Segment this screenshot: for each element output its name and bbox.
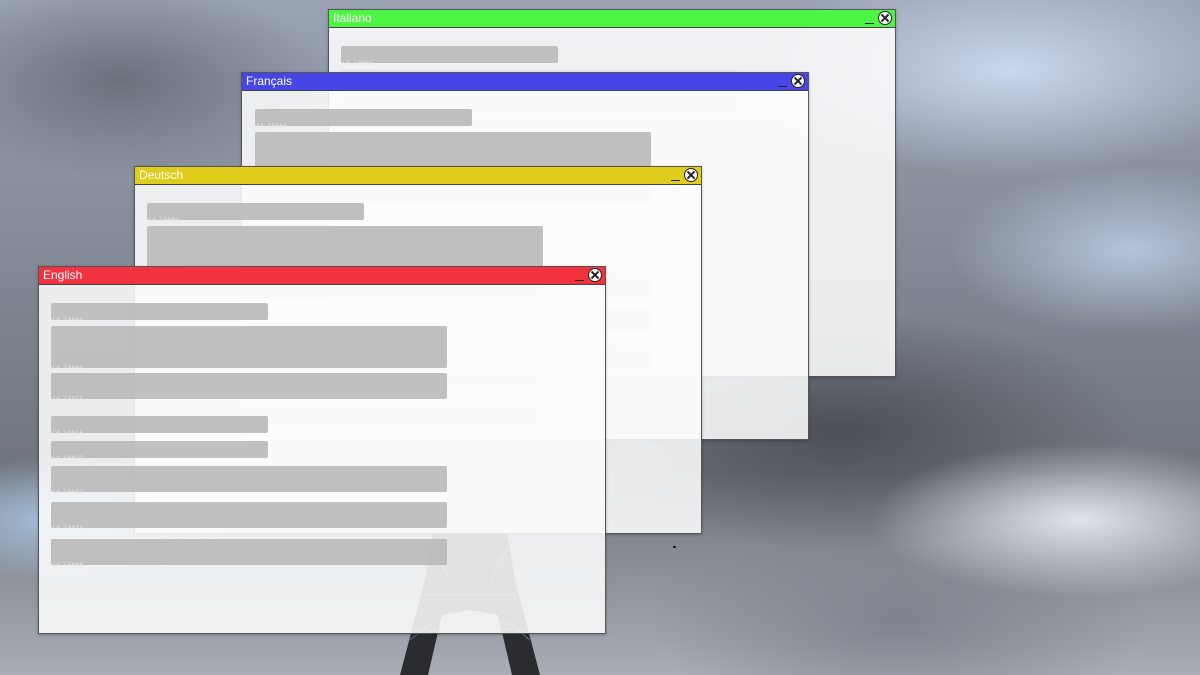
field-id-label: id_10088 <box>52 562 84 569</box>
field-id-label: id_10016 <box>52 430 84 437</box>
field-id-label: id_10004 <box>342 60 374 67</box>
window-title: English <box>43 268 83 282</box>
field-id-label: id_10023 <box>52 455 84 462</box>
minimize-icon[interactable] <box>670 170 681 182</box>
close-icon[interactable] <box>684 168 698 182</box>
close-icon[interactable] <box>791 74 805 88</box>
field-id-label: id_10004 <box>148 217 180 224</box>
titlebar-francais[interactable]: Français <box>242 73 808 91</box>
form-field[interactable]: id_10015 <box>51 373 447 403</box>
titlebar-italiano[interactable]: Italiano <box>329 10 895 28</box>
field-id-label: id_10042 <box>52 489 84 496</box>
form-field[interactable]: id_10088 <box>51 539 447 569</box>
window-title: Deutsch <box>139 168 184 182</box>
form-field[interactable]: id_10004 <box>51 303 268 324</box>
titlebar-english[interactable]: English <box>39 267 605 285</box>
close-icon[interactable] <box>878 11 892 25</box>
form-field[interactable]: id_10042 <box>51 466 447 496</box>
form-field[interactable]: id_10023 <box>51 441 268 462</box>
minimize-icon[interactable] <box>777 76 788 88</box>
form-field[interactable]: id_10004 <box>147 203 364 224</box>
minimize-icon[interactable] <box>864 13 875 25</box>
window-title: Italiano <box>333 11 372 25</box>
form-field[interactable]: id_10004 <box>341 46 558 67</box>
form-field[interactable]: id_10073 <box>51 502 447 532</box>
form-field[interactable]: id_10008 <box>147 226 543 272</box>
field-id-label: id_10015 <box>52 396 84 403</box>
form-field[interactable]: id_10016 <box>51 416 268 437</box>
window-english[interactable]: English id_10004 id_10008 id_10015 id_10… <box>38 266 606 634</box>
form-field[interactable]: id_10004 <box>255 109 472 130</box>
field-id-label: id_10004 <box>256 123 288 130</box>
close-icon[interactable] <box>588 268 602 282</box>
form-field[interactable]: id_10008 <box>51 326 447 372</box>
mouse-cursor-dot <box>673 546 676 548</box>
window-title: Français <box>246 74 293 88</box>
field-id-label: id_10008 <box>52 365 84 372</box>
field-id-label: id_10073 <box>52 525 84 532</box>
titlebar-deutsch[interactable]: Deutsch <box>135 167 701 185</box>
minimize-icon[interactable] <box>574 270 585 282</box>
field-id-label: id_10004 <box>52 317 84 324</box>
